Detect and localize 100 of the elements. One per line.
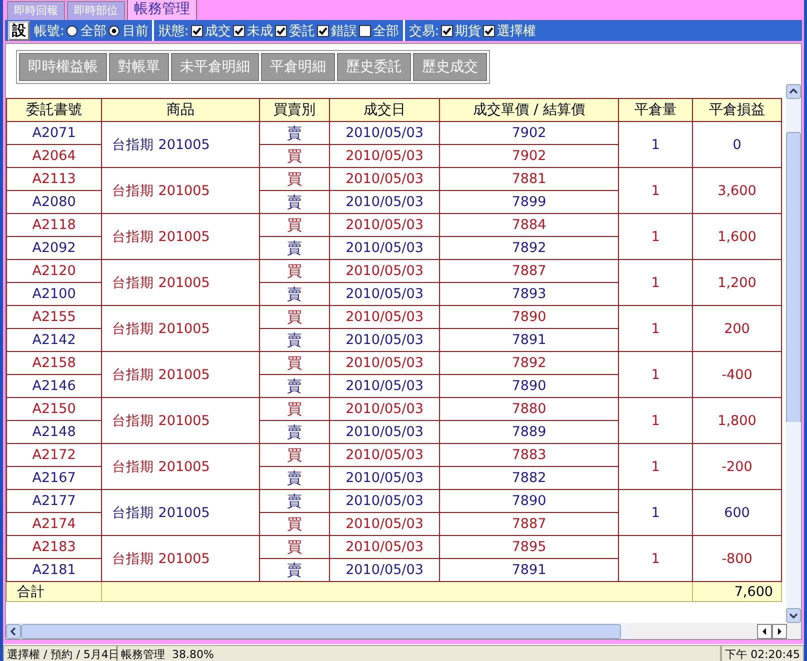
report-button[interactable]: 歷史委託 <box>337 53 411 81</box>
price-cell: 7883 <box>440 444 618 466</box>
side-cell: 賣 <box>260 490 330 512</box>
side-cell: 買 <box>260 512 330 536</box>
column-header: 成交單價 / 結算價 <box>440 98 618 122</box>
product-cell: 台指期 201005 <box>102 214 260 260</box>
side-cell: 買 <box>260 444 330 466</box>
side-cell: 買 <box>260 144 330 168</box>
price-cell: 7881 <box>440 168 618 190</box>
side-cell: 賣 <box>260 236 330 260</box>
quantity-cell: 1 <box>618 352 692 398</box>
price-cell: 7884 <box>440 214 618 236</box>
date-cell: 2010/05/03 <box>330 466 440 490</box>
order-number-cell: A2120 <box>6 260 102 282</box>
quantity-cell: 1 <box>618 214 692 260</box>
order-number-cell: A2172 <box>6 444 102 466</box>
price-cell: 7890 <box>440 306 618 328</box>
profit-cell: 0 <box>692 122 782 168</box>
date-cell: 2010/05/03 <box>330 122 440 144</box>
side-cell: 買 <box>260 260 330 282</box>
side-cell: 賣 <box>260 374 330 398</box>
side-cell: 賣 <box>260 328 330 352</box>
order-number-cell: A2177 <box>6 490 102 512</box>
order-number-cell: A2142 <box>6 328 102 352</box>
tab[interactable]: 帳務管理 <box>127 0 197 20</box>
product-cell: 台指期 201005 <box>102 306 260 352</box>
date-cell: 2010/05/03 <box>330 260 440 282</box>
quantity-cell: 1 <box>618 490 692 536</box>
tab[interactable]: 即時部位 <box>67 1 125 20</box>
profit-cell: 200 <box>692 306 782 352</box>
order-number-cell: A2174 <box>6 512 102 536</box>
tab[interactable]: 即時回報 <box>7 1 65 20</box>
option-label: 委託 <box>288 22 315 40</box>
option-label: 全部 <box>80 22 106 40</box>
report-button[interactable]: 未平倉明細 <box>171 53 259 81</box>
side-cell: 買 <box>260 168 330 190</box>
settings-button[interactable]: 設 <box>8 20 30 40</box>
product-cell: 台指期 201005 <box>102 168 260 214</box>
date-cell: 2010/05/03 <box>330 282 440 306</box>
order-number-cell: A2155 <box>6 306 102 328</box>
order-number-cell: A2146 <box>6 374 102 398</box>
price-cell: 7890 <box>440 490 618 512</box>
order-number-cell: A2100 <box>6 282 102 306</box>
option-label: 全部 <box>372 22 399 40</box>
date-cell: 2010/05/03 <box>330 236 440 260</box>
date-cell: 2010/05/03 <box>330 144 440 168</box>
filter-label: 帳號: <box>34 22 64 40</box>
date-cell: 2010/05/03 <box>330 490 440 512</box>
side-cell: 賣 <box>260 122 330 144</box>
product-cell: 台指期 201005 <box>102 490 260 536</box>
side-cell: 賣 <box>260 282 330 306</box>
order-number-cell: A2113 <box>6 168 102 190</box>
order-number-cell: A2183 <box>6 536 102 558</box>
report-button[interactable]: 歷史成交 <box>413 53 487 81</box>
option-label: 未成 <box>246 22 273 40</box>
quantity-cell: 1 <box>618 260 692 306</box>
option-label: 期貨 <box>455 22 482 40</box>
option-label: 錯誤 <box>330 22 357 40</box>
product-cell: 台指期 201005 <box>102 398 260 444</box>
date-cell: 2010/05/03 <box>330 512 440 536</box>
quantity-cell: 1 <box>618 444 692 490</box>
filter-label: 交易: <box>408 22 440 40</box>
column-header: 商品 <box>102 98 260 122</box>
side-cell: 買 <box>260 306 330 328</box>
profit-cell: 600 <box>692 490 782 536</box>
product-cell: 台指期 201005 <box>102 352 260 398</box>
order-number-cell: A2118 <box>6 214 102 236</box>
date-cell: 2010/05/03 <box>330 444 440 466</box>
side-cell: 買 <box>260 352 330 374</box>
side-cell: 買 <box>260 398 330 420</box>
date-cell: 2010/05/03 <box>330 374 440 398</box>
date-cell: 2010/05/03 <box>330 536 440 558</box>
date-cell: 2010/05/03 <box>330 328 440 352</box>
side-cell: 買 <box>260 536 330 558</box>
status-text: 帳務管理 38.80% <box>117 645 722 661</box>
price-cell: 7887 <box>440 260 618 282</box>
option-label: 目前 <box>122 22 148 40</box>
profit-cell: 3,600 <box>692 168 782 214</box>
status-text: 下午 02:20:45 <box>721 645 804 661</box>
filter-label: 狀態: <box>158 22 189 40</box>
report-button[interactable]: 對帳單 <box>109 53 169 81</box>
side-cell: 賣 <box>260 190 330 214</box>
profit-cell: 1,800 <box>692 398 782 444</box>
side-cell: 賣 <box>260 420 330 444</box>
quantity-cell: 1 <box>618 168 692 214</box>
order-number-cell: A2148 <box>6 420 102 444</box>
date-cell: 2010/05/03 <box>330 190 440 214</box>
price-cell: 7895 <box>440 536 618 558</box>
option-label: 成交 <box>204 22 231 40</box>
profit-cell: 1,600 <box>692 214 782 260</box>
side-cell: 賣 <box>260 466 330 490</box>
date-cell: 2010/05/03 <box>330 306 440 328</box>
profit-cell: 1,200 <box>692 260 782 306</box>
column-header: 平倉損益 <box>692 98 782 122</box>
date-cell: 2010/05/03 <box>330 168 440 190</box>
price-cell: 7902 <box>440 122 618 144</box>
report-button[interactable]: 即時權益帳 <box>19 53 107 81</box>
report-button[interactable]: 平倉明細 <box>261 53 335 81</box>
quantity-cell: 1 <box>618 122 692 168</box>
product-cell: 台指期 201005 <box>102 260 260 306</box>
